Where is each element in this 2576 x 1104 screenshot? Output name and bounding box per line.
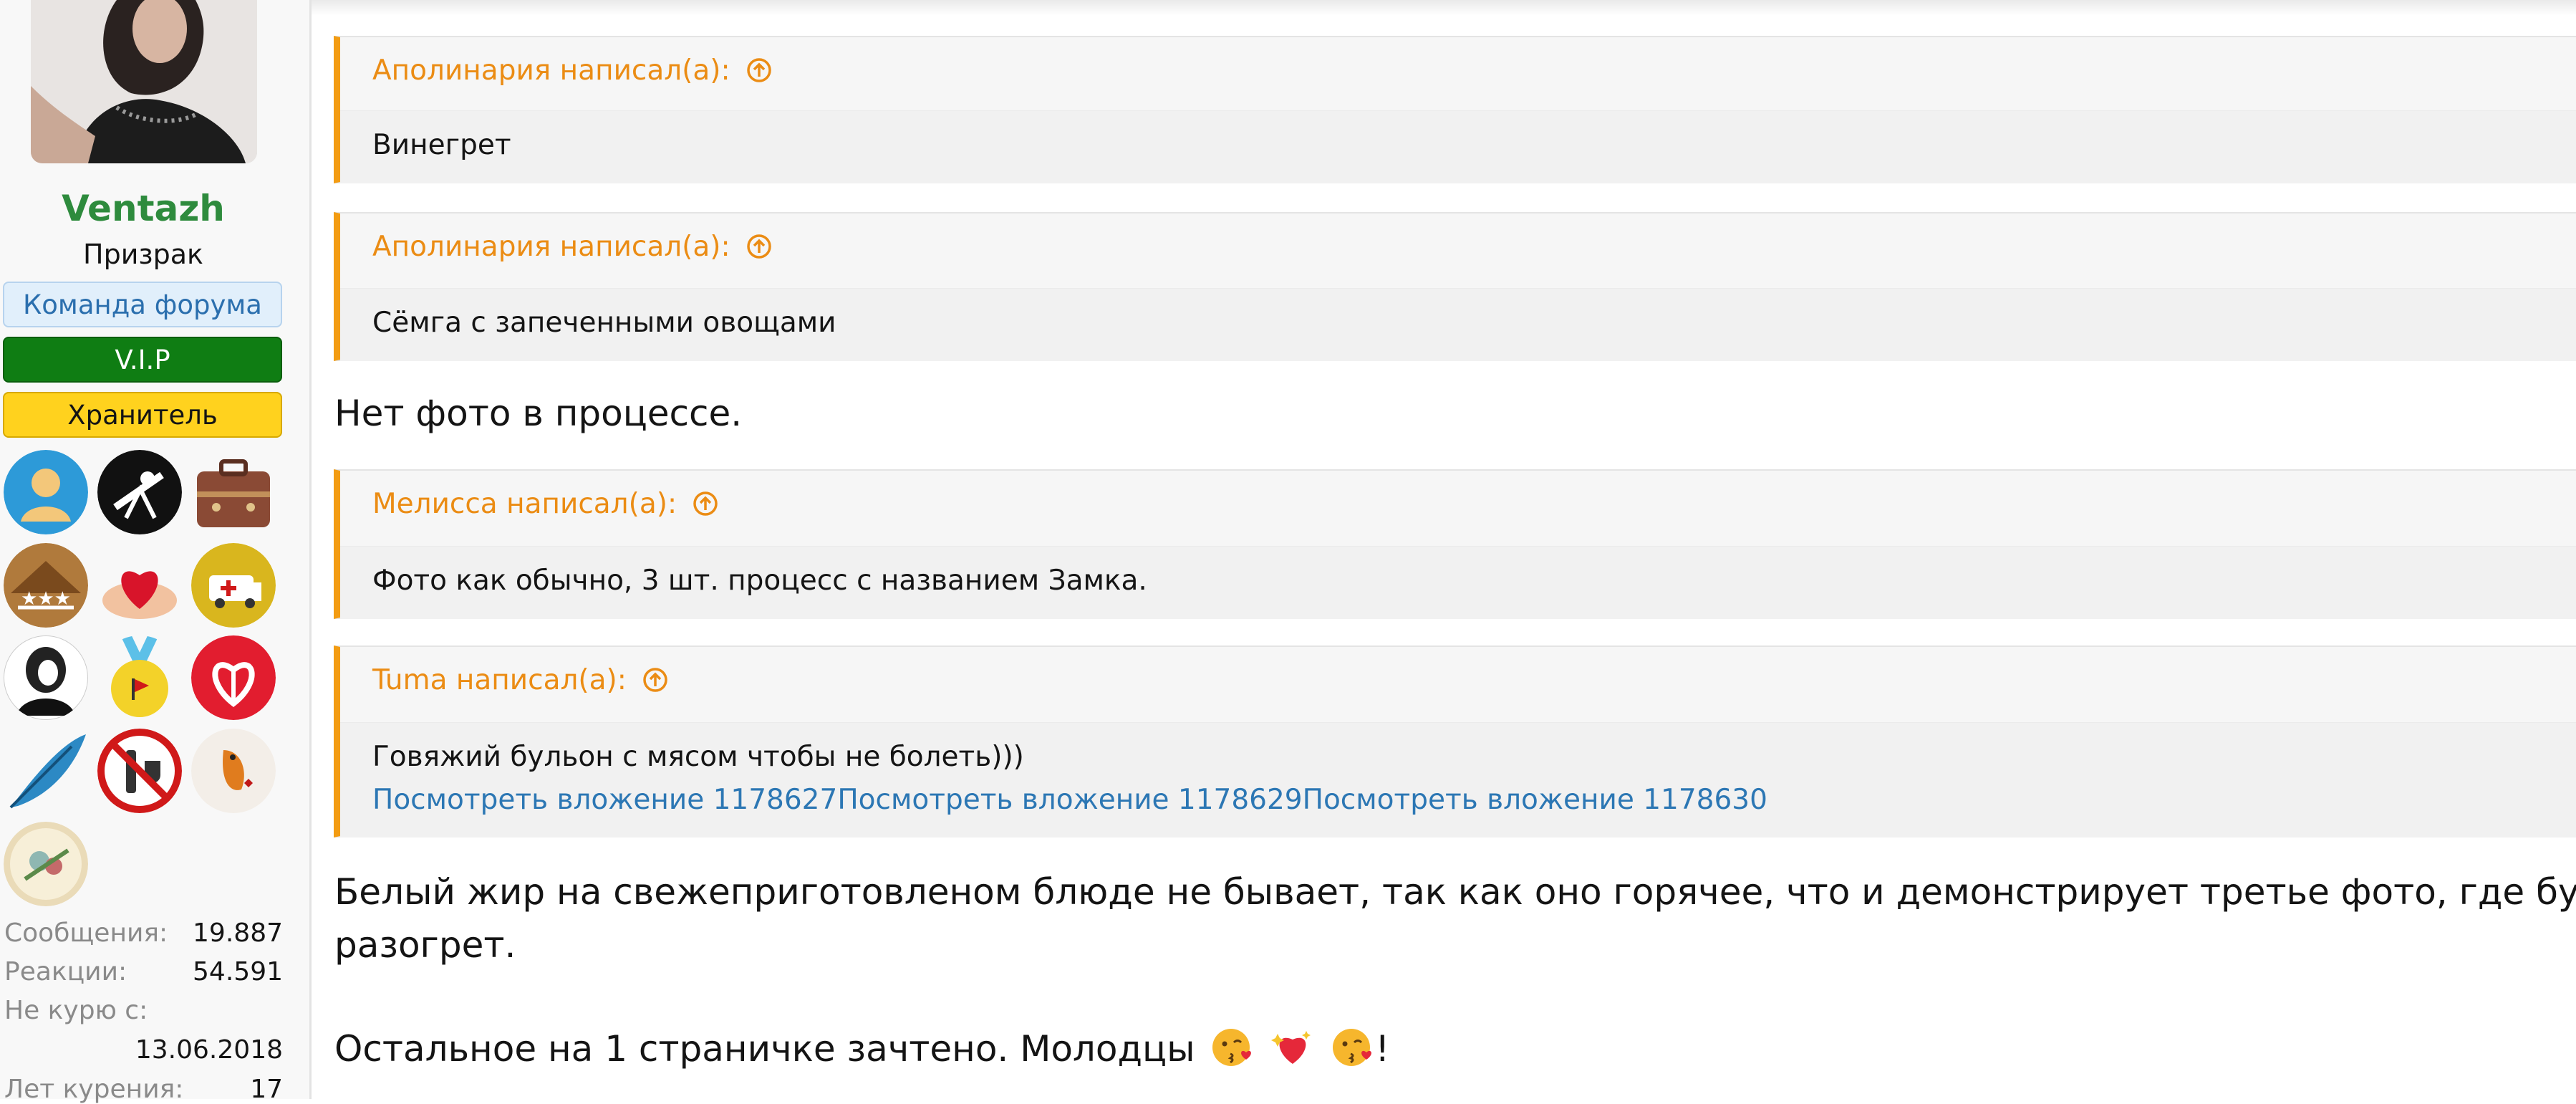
trophy-red-heart-icon[interactable] bbox=[191, 635, 276, 720]
arrow-up-circle-icon[interactable] bbox=[642, 667, 668, 693]
stat-nosmoke-value: 13.06.2018 bbox=[135, 1035, 283, 1065]
top-shadow bbox=[0, 0, 2576, 16]
post-text-line: разогрет. bbox=[334, 924, 516, 966]
arrow-up-circle-icon[interactable] bbox=[746, 57, 772, 83]
trophy-house-stars-icon[interactable]: ★★★ bbox=[4, 543, 88, 628]
kiss-emoji-icon bbox=[1212, 1029, 1252, 1066]
quote-header[interactable]: Tuma написал(а): bbox=[372, 664, 668, 696]
stat-reactions-value: 54.591 bbox=[193, 957, 283, 987]
quote-block: Tuma написал(а): Говяжий бульон с мясом … bbox=[334, 645, 2576, 837]
trophy-bird-icon[interactable] bbox=[191, 729, 276, 813]
quote-text: Говяжий бульон с мясом чтобы не болеть))… bbox=[372, 741, 1024, 773]
trophy-flowers-icon[interactable] bbox=[4, 822, 88, 906]
arrow-up-circle-icon[interactable] bbox=[746, 234, 772, 259]
quote-block: Мелисса написал(а): Фото как обычно, 3 ш… bbox=[334, 469, 2576, 619]
quote-body: Говяжий бульон с мясом чтобы не болеть))… bbox=[340, 722, 2576, 837]
post-text-line: Остальное на 1 страничке зачтено. Молодц… bbox=[334, 1027, 1389, 1070]
stat-years-label: Лет курения: bbox=[4, 1075, 184, 1104]
stat-messages-label: Сообщения: bbox=[4, 918, 168, 948]
banner-vip: V.I.P bbox=[3, 337, 282, 383]
quote-author[interactable]: Мелисса написал(а): bbox=[372, 488, 677, 520]
quote-block: Аполинария написал(а): Винегрет bbox=[334, 36, 2576, 183]
avatar[interactable] bbox=[31, 0, 257, 163]
stat-nosmoke-label: Не курю с: bbox=[4, 996, 148, 1025]
trophy-nosmoke-icon[interactable] bbox=[97, 450, 182, 534]
quote-header[interactable]: Мелисса написал(а): bbox=[372, 488, 718, 520]
attachment-link[interactable]: Посмотреть вложение 1178629 bbox=[837, 784, 1302, 816]
stat-years-value: 17 bbox=[250, 1075, 283, 1104]
post-text-line: Нет фото в процессе. bbox=[334, 393, 743, 434]
attachment-link[interactable]: Посмотреть вложение 1178627 bbox=[372, 784, 837, 816]
post-text-line: Белый жир на свежеприготовленом блюде не… bbox=[334, 871, 2576, 913]
arrow-up-circle-icon[interactable] bbox=[693, 491, 718, 517]
username[interactable]: Ventazh bbox=[0, 188, 286, 229]
trophy-godfather-icon[interactable] bbox=[4, 635, 88, 720]
trophy-no-alcohol-icon[interactable] bbox=[97, 729, 182, 813]
kiss-emoji-icon bbox=[1333, 1029, 1372, 1066]
quote-text: Винегрет bbox=[372, 129, 511, 161]
trophy-ambulance-icon[interactable] bbox=[191, 543, 276, 628]
quote-block: Аполинария написал(а): Сёмга с запеченны… bbox=[334, 212, 2576, 361]
quote-body: Винегрет bbox=[340, 110, 2576, 183]
trophy-suitcase-icon[interactable] bbox=[191, 450, 276, 534]
quote-text: Сёмга с запеченными овощами bbox=[372, 307, 836, 339]
svg-text:★★★: ★★★ bbox=[21, 588, 71, 610]
quote-author[interactable]: Аполинария написал(а): bbox=[372, 54, 730, 87]
trophy-avatar-icon[interactable] bbox=[4, 450, 88, 534]
banner-forum-team: Команда форума bbox=[3, 282, 282, 327]
quote-body: Сёмга с запеченными овощами bbox=[340, 288, 2576, 361]
banner-keeper: Хранитель bbox=[3, 392, 282, 438]
user-panel: Ventazh Призрак Команда форума V.I.P Хра… bbox=[0, 0, 312, 1104]
post-text-end: ! bbox=[1375, 1028, 1390, 1070]
trophy-feather-icon[interactable] bbox=[4, 729, 88, 813]
quote-author[interactable]: Аполинария написал(а): bbox=[372, 231, 730, 263]
sparkling-heart-emoji-icon bbox=[1271, 1031, 1311, 1064]
quote-body: Фото как обычно, 3 шт. процесс с названи… bbox=[340, 546, 2576, 619]
post-text: Остальное на 1 страничке зачтено. Молодц… bbox=[334, 1028, 1195, 1070]
quote-text: Фото как обычно, 3 шт. процесс с названи… bbox=[372, 565, 1147, 597]
attachment-links: Посмотреть вложение 1178627Посмотреть вл… bbox=[372, 784, 1767, 816]
trophy-heart-hands-icon[interactable] bbox=[97, 543, 182, 628]
user-title: Призрак bbox=[83, 239, 203, 270]
quote-author[interactable]: Tuma написал(а): bbox=[372, 664, 627, 696]
quote-header[interactable]: Аполинария написал(а): bbox=[372, 231, 772, 263]
stat-reactions-label: Реакции: bbox=[4, 957, 127, 987]
trophy-medal-icon[interactable] bbox=[97, 635, 182, 720]
attachment-link[interactable]: Посмотреть вложение 1178630 bbox=[1303, 784, 1767, 816]
quote-header[interactable]: Аполинария написал(а): bbox=[372, 54, 772, 87]
stat-messages-value: 19.887 bbox=[193, 918, 283, 948]
